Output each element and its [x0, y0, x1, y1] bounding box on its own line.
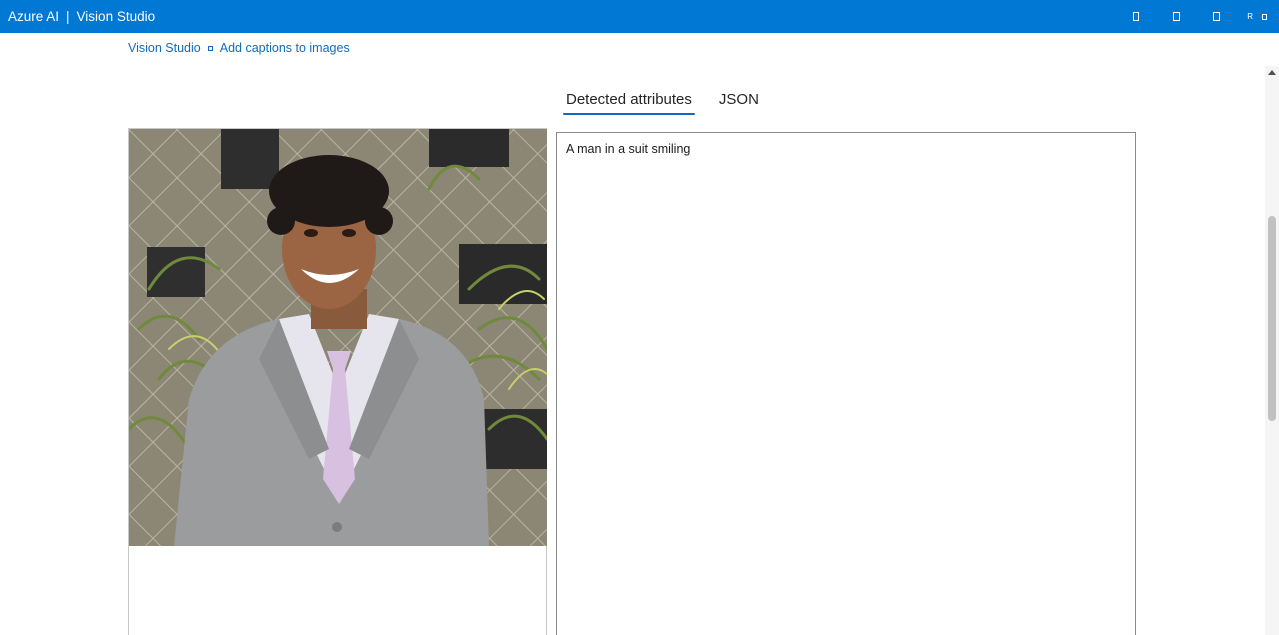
account-button[interactable]: R — [1247, 12, 1267, 21]
settings-icon[interactable] — [1169, 10, 1183, 24]
brand-vision-studio: Vision Studio — [76, 9, 156, 24]
brand-separator: | — [66, 9, 70, 24]
caption-result: A man in a suit smiling — [566, 142, 691, 156]
tab-json[interactable]: JSON — [716, 86, 762, 115]
uploaded-photo — [129, 129, 547, 546]
scroll-up-icon[interactable] — [1268, 70, 1276, 75]
image-panel — [128, 128, 547, 635]
tab-detected-attributes[interactable]: Detected attributes — [563, 86, 695, 115]
avatar-initial: R — [1247, 12, 1253, 21]
scroll-thumb[interactable] — [1268, 216, 1276, 421]
brand[interactable]: Azure AI | Vision Studio — [8, 0, 155, 33]
top-bar: Azure AI | Vision Studio R — [0, 0, 1279, 33]
chevron-right-icon — [207, 45, 213, 51]
breadcrumb: Vision Studio Add captions to images — [128, 41, 350, 55]
brand-azure-ai: Azure AI — [8, 9, 60, 24]
help-icon[interactable] — [1209, 10, 1223, 24]
breadcrumb-vision-studio[interactable]: Vision Studio — [128, 41, 201, 55]
account-icon — [1262, 13, 1267, 20]
page-scrollbar[interactable] — [1265, 66, 1279, 635]
detected-attributes-panel: A man in a suit smiling — [556, 132, 1136, 635]
header-actions: R — [1103, 0, 1267, 33]
breadcrumb-add-captions[interactable]: Add captions to images — [220, 41, 350, 55]
result-tabs: Detected attributes JSON — [563, 86, 762, 115]
notification-icon[interactable] — [1129, 10, 1143, 24]
